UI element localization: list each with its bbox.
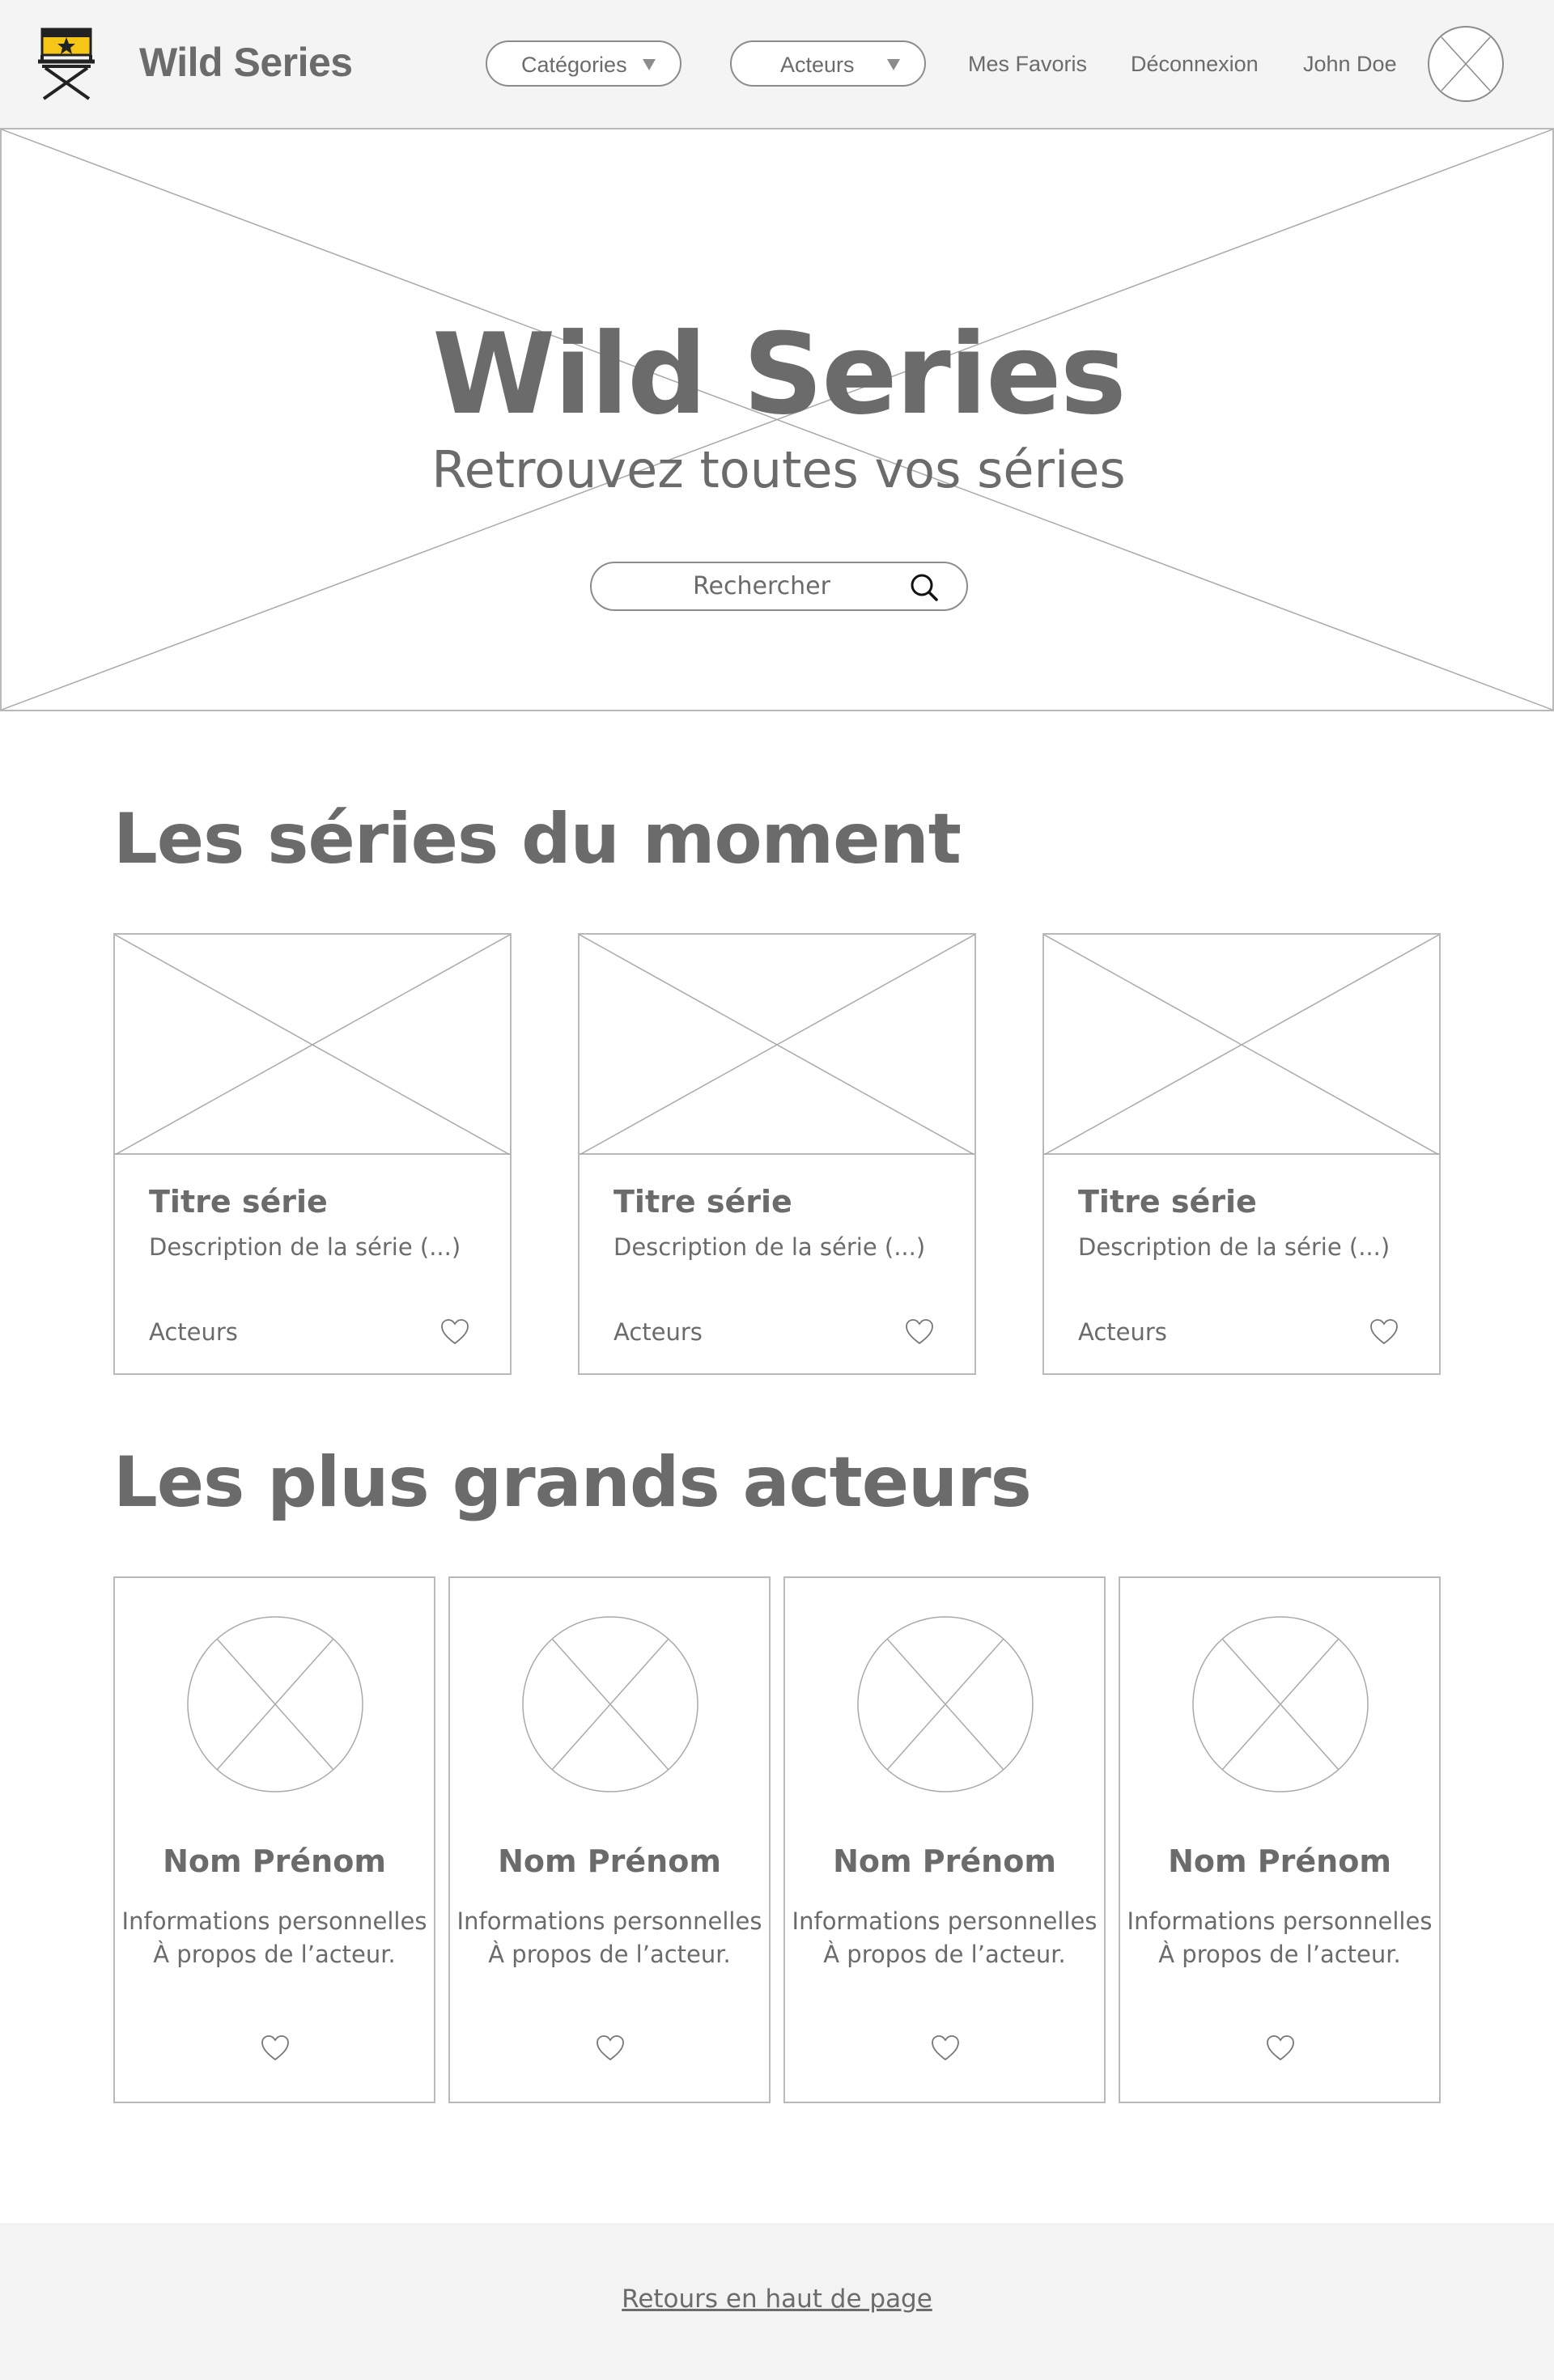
actor-info-line: À propos de l’acteur.: [823, 1941, 1066, 1968]
series-actors-link[interactable]: Acteurs: [614, 1318, 703, 1346]
heart-icon[interactable]: [261, 2034, 290, 2062]
series-description: Description de la série (...): [149, 1233, 461, 1261]
actors-dropdown-label: Acteurs: [780, 53, 855, 77]
series-title[interactable]: Titre série: [614, 1184, 792, 1220]
actor-name[interactable]: Nom Prénom: [115, 1843, 434, 1879]
actor-info: Informations personnelles À propos de l’…: [1120, 1905, 1439, 1971]
hero-title: Wild Series: [432, 309, 1127, 439]
actor-info-line: À propos de l’acteur.: [153, 1941, 396, 1968]
logout-link[interactable]: Déconnexion: [1131, 52, 1259, 77]
actor-card[interactable]: Nom Prénom Informations personnelles À p…: [113, 1576, 435, 2103]
site-header: Wild Series Catégories Acteurs Mes Favor…: [0, 0, 1554, 129]
actor-info-line: Informations personnelles: [456, 1907, 762, 1935]
actor-photo-placeholder: [857, 1616, 1034, 1792]
series-section-title: Les séries du moment: [113, 799, 962, 880]
series-description: Description de la série (...): [1078, 1233, 1391, 1261]
heart-icon[interactable]: [1266, 2034, 1295, 2062]
actor-info: Informations personnelles À propos de l’…: [450, 1905, 769, 1971]
actor-card[interactable]: Nom Prénom Informations personnelles À p…: [448, 1576, 771, 2103]
search-bar: [590, 562, 968, 611]
actor-name[interactable]: Nom Prénom: [785, 1843, 1104, 1879]
director-chair-icon[interactable]: [36, 24, 97, 104]
series-card[interactable]: Titre série Description de la série (...…: [1042, 933, 1441, 1375]
actor-photo-placeholder: [1192, 1616, 1369, 1792]
actor-info-line: À propos de l’acteur.: [1158, 1941, 1401, 1968]
categories-dropdown-label: Catégories: [521, 53, 627, 77]
search-input[interactable]: [624, 568, 899, 605]
actors-section-title: Les plus grands acteurs: [113, 1442, 1032, 1523]
actor-info-line: Informations personnelles: [792, 1907, 1098, 1935]
search-icon[interactable]: [909, 572, 940, 603]
series-image-placeholder: [1044, 935, 1439, 1155]
actor-name[interactable]: Nom Prénom: [450, 1843, 769, 1879]
actor-info-line: À propos de l’acteur.: [488, 1941, 731, 1968]
brand-name[interactable]: Wild Series: [139, 39, 353, 86]
user-name-link[interactable]: John Doe: [1303, 52, 1397, 77]
series-actors-link[interactable]: Acteurs: [149, 1318, 238, 1346]
actor-photo-placeholder: [522, 1616, 698, 1792]
site-footer: Retours en haut de page: [0, 2223, 1554, 2380]
series-card[interactable]: Titre série Description de la série (...…: [113, 933, 512, 1375]
series-title[interactable]: Titre série: [1078, 1184, 1257, 1220]
series-image-placeholder: [580, 935, 974, 1155]
actor-card[interactable]: Nom Prénom Informations personnelles À p…: [783, 1576, 1106, 2103]
series-title[interactable]: Titre série: [149, 1184, 328, 1220]
series-card[interactable]: Titre série Description de la série (...…: [578, 933, 976, 1375]
caret-down-icon: [643, 59, 656, 70]
series-actors-link[interactable]: Acteurs: [1078, 1318, 1167, 1346]
heart-icon[interactable]: [440, 1318, 469, 1346]
back-to-top-link[interactable]: Retours en haut de page: [0, 2285, 1554, 2314]
actor-info: Informations personnelles À propos de l’…: [115, 1905, 434, 1971]
actor-info-line: Informations personnelles: [121, 1907, 427, 1935]
actor-info-line: Informations personnelles: [1127, 1907, 1433, 1935]
actor-photo-placeholder: [187, 1616, 363, 1792]
actor-card[interactable]: Nom Prénom Informations personnelles À p…: [1119, 1576, 1441, 2103]
hero-subtitle: Retrouvez toutes vos séries: [431, 440, 1126, 499]
heart-icon[interactable]: [596, 2034, 625, 2062]
actor-name[interactable]: Nom Prénom: [1120, 1843, 1439, 1879]
heart-icon[interactable]: [905, 1318, 934, 1346]
series-description: Description de la série (...): [614, 1233, 926, 1261]
actor-info: Informations personnelles À propos de l’…: [785, 1905, 1104, 1971]
avatar-placeholder-icon[interactable]: [1427, 25, 1505, 103]
hero-banner: Wild Series Retrouvez toutes vos séries: [0, 129, 1554, 711]
caret-down-icon: [887, 59, 900, 70]
categories-dropdown[interactable]: Catégories: [486, 40, 681, 87]
series-image-placeholder: [115, 935, 510, 1155]
favorites-link[interactable]: Mes Favoris: [968, 52, 1087, 77]
heart-icon[interactable]: [931, 2034, 960, 2062]
heart-icon[interactable]: [1369, 1318, 1399, 1346]
actors-dropdown[interactable]: Acteurs: [730, 40, 926, 87]
